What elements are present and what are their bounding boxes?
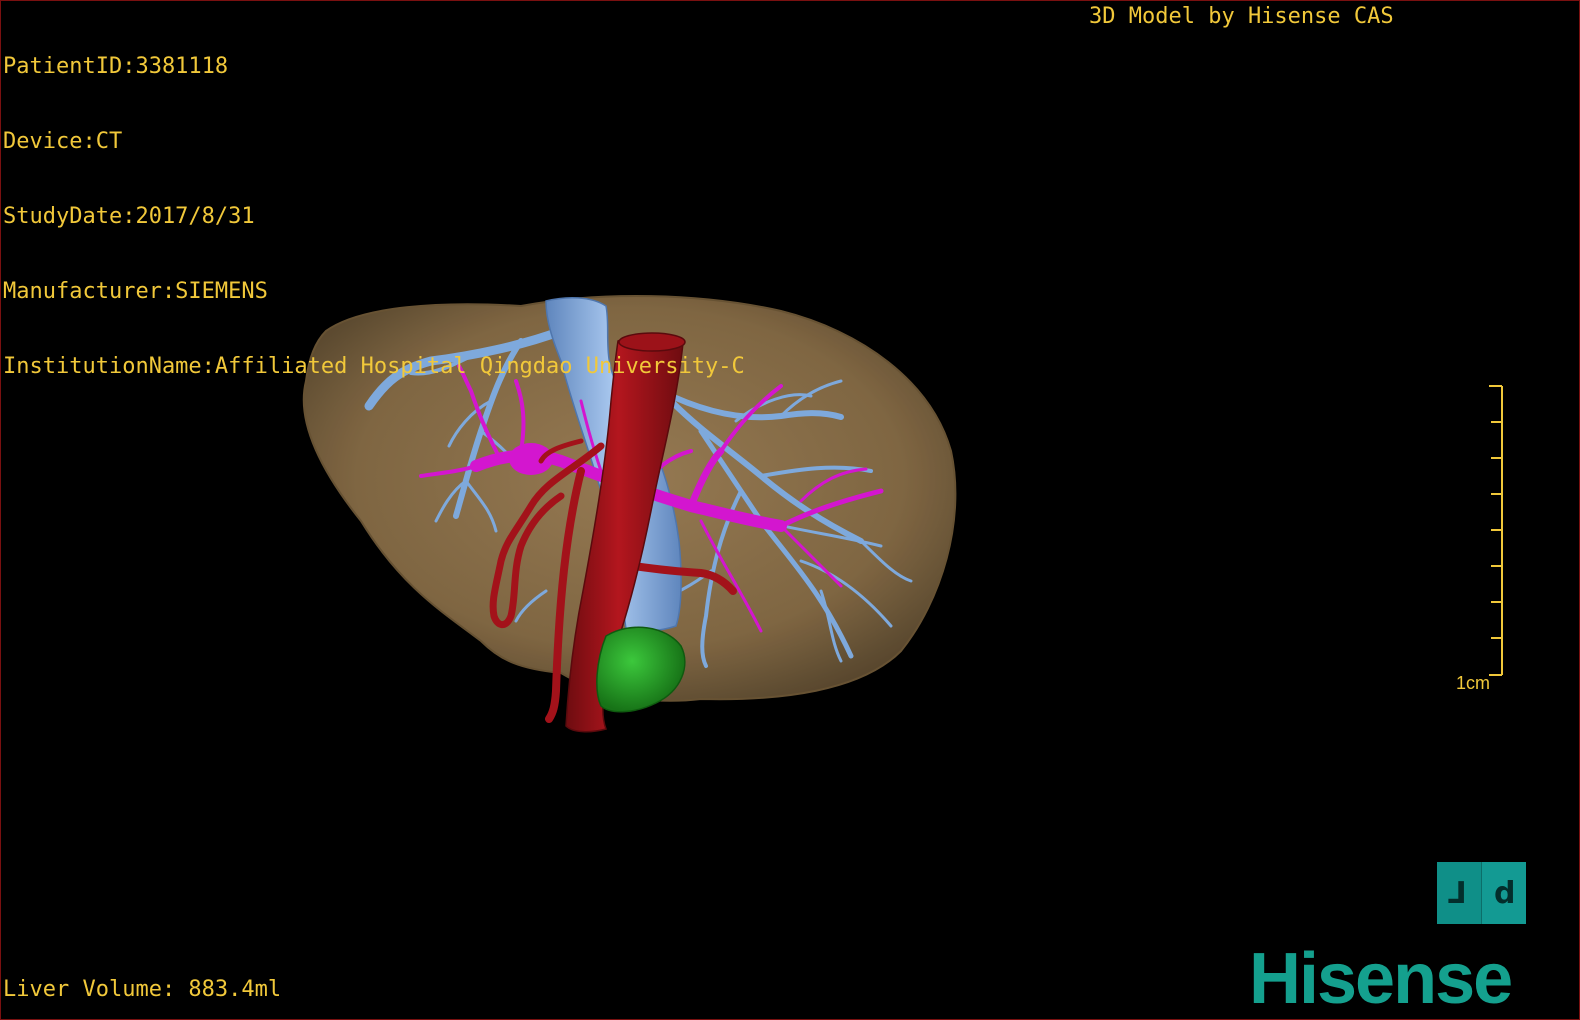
orientation-cube[interactable]: ⅃ d [1437, 862, 1526, 924]
orientation-right-face[interactable]: d [1481, 862, 1526, 924]
manufacturer: Manufacturer:SIEMENS [3, 279, 268, 304]
3d-viewport[interactable]: PatientID:3381118 Device:CT StudyDate:20… [0, 0, 1580, 1020]
device: Device:CT [3, 129, 123, 154]
study-date: StudyDate:2017/8/31 [3, 204, 255, 229]
orientation-left-glyph: ⅃ [1447, 876, 1467, 911]
institution-name: InstitutionName:Affiliated Hospital Qing… [3, 354, 745, 379]
liver-volume: Liver Volume: 883.4ml [3, 977, 282, 1002]
orientation-right-glyph: d [1494, 876, 1516, 911]
hisense-logo: Hisense [1249, 939, 1513, 1019]
orientation-left-face[interactable]: ⅃ [1437, 862, 1481, 924]
scale-bar-label: 1cm [1456, 673, 1491, 693]
scale-bar [1489, 385, 1503, 676]
model-credit: 3D Model by Hisense CAS [1089, 4, 1394, 29]
dicom-metadata: PatientID:3381118 Device:CT StudyDate:20… [3, 4, 745, 429]
portal-vein-confluence [509, 443, 553, 475]
patient-id: PatientID:3381118 [3, 54, 229, 79]
